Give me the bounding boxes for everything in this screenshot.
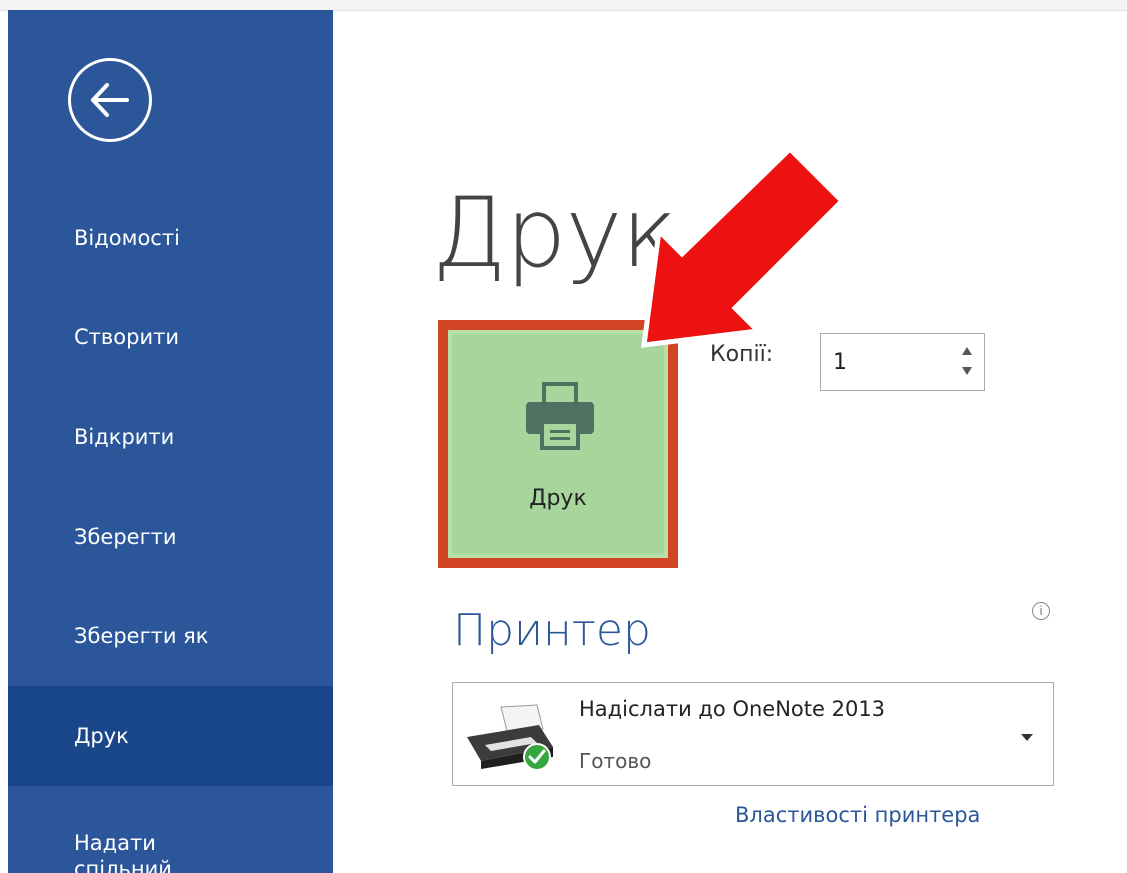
sidebar-item-info[interactable]: Відомості	[8, 203, 333, 273]
back-button[interactable]	[68, 58, 152, 142]
printer-name: Надіслати до OneNote 2013	[579, 697, 886, 721]
decrement-icon[interactable]	[960, 364, 974, 378]
chevron-down-icon	[1021, 734, 1033, 741]
copies-stepper	[820, 333, 985, 391]
copies-label: Копії:	[710, 342, 774, 367]
sidebar-item-new[interactable]: Створити	[8, 302, 333, 372]
sidebar-item-open[interactable]: Відкрити	[8, 402, 333, 472]
sidebar-item-print[interactable]: Друк	[8, 686, 333, 786]
print-button-face: Друк	[452, 334, 664, 554]
back-arrow-icon	[91, 83, 129, 117]
sidebar-item-label: Надати спільний доступ	[74, 831, 172, 873]
sidebar-item-label: Відомості	[74, 226, 180, 250]
printer-device-icon	[467, 704, 553, 771]
printer-section-title: Принтер	[453, 605, 651, 656]
sidebar-item-share[interactable]: Надати спільний доступ	[8, 810, 208, 873]
increment-icon[interactable]	[960, 344, 974, 358]
annotation-arrow	[641, 145, 845, 348]
sidebar-item-label: Відкрити	[74, 425, 175, 449]
backstage-sidebar: Відомості Створити Відкрити Зберегти Збе…	[8, 10, 333, 873]
sidebar-item-save[interactable]: Зберегти	[8, 502, 333, 572]
print-button-label: Друк	[529, 486, 587, 511]
status-check-icon	[523, 743, 551, 771]
printer-icon	[526, 382, 594, 450]
copies-input[interactable]	[833, 344, 933, 380]
sidebar-item-label: Зберегти як	[74, 624, 209, 648]
printer-properties-link[interactable]: Властивості принтера	[735, 803, 980, 827]
printer-status: Готово	[579, 749, 652, 773]
printer-dropdown[interactable]: Надіслати до OneNote 2013 Готово	[452, 682, 1054, 786]
info-icon[interactable]: i	[1032, 602, 1050, 620]
sidebar-item-label: Зберегти	[74, 525, 177, 549]
sidebar-item-label: Друк	[74, 724, 129, 748]
print-button[interactable]: Друк	[438, 320, 678, 568]
sidebar-item-save-as[interactable]: Зберегти як	[8, 601, 333, 671]
sidebar-item-label: Створити	[74, 325, 179, 349]
